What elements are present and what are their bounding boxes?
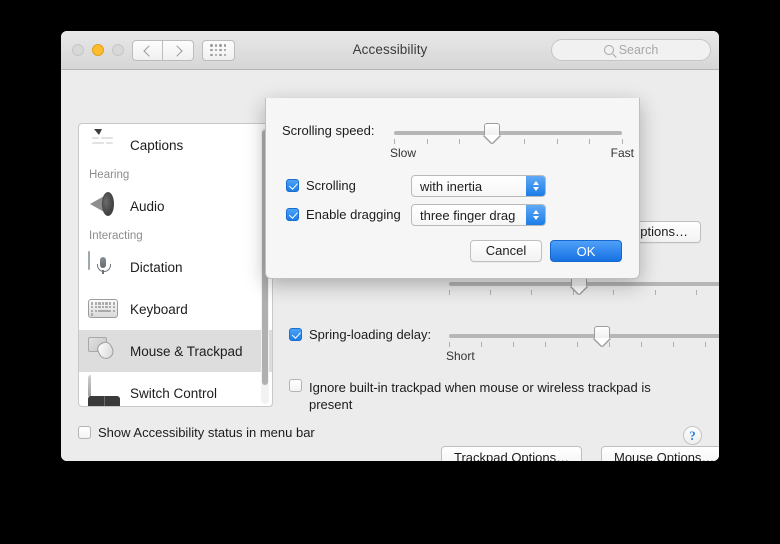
keyboard-icon: [88, 294, 120, 324]
trackpad-options-button[interactable]: Trackpad Options…: [441, 446, 583, 461]
scrolling-checkbox[interactable]: [286, 179, 299, 192]
ignore-trackpad-row[interactable]: Ignore built-in trackpad when mouse or w…: [289, 379, 684, 413]
enable-dragging-row[interactable]: Enable dragging: [286, 208, 401, 222]
sidebar-item-label: Mouse & Trackpad: [130, 343, 243, 359]
accessibility-preferences-window: Accessibility Search Captions Hearing Au…: [61, 31, 719, 461]
sidebar-item-switch-control[interactable]: Switch Control: [79, 372, 272, 406]
search-input[interactable]: Search: [551, 39, 711, 61]
spring-loading-checkbox[interactable]: [289, 328, 302, 341]
sidebar-item-label: Captions: [130, 137, 184, 153]
captions-icon: [88, 130, 120, 160]
cancel-button[interactable]: Cancel: [470, 240, 542, 262]
enable-dragging-checkbox[interactable]: [286, 208, 299, 221]
slider-thumb[interactable]: [593, 326, 610, 346]
slider-left-label: Slow: [390, 146, 417, 160]
slider-track: [394, 131, 622, 135]
slider-left-label: Short: [446, 349, 475, 363]
show-status-row[interactable]: Show Accessibility status in menu bar: [78, 426, 315, 440]
accessibility-feature-list[interactable]: Captions Hearing Audio Interacting Dicta…: [78, 123, 273, 407]
sidebar-group-interacting: Interacting: [89, 230, 143, 242]
spring-loading-row[interactable]: Spring-loading delay:: [289, 328, 431, 342]
popup-arrows-icon: [526, 205, 545, 225]
scrolling-options-sheet: Scrolling speed: Slow Fast Scrolling wit…: [265, 98, 640, 279]
search-icon: [603, 45, 614, 55]
search-placeholder: Search: [618, 43, 659, 57]
sidebar-item-label: Audio: [130, 198, 165, 214]
speaker-icon: [88, 191, 120, 221]
slider-track: [449, 334, 719, 338]
help-button[interactable]: ?: [683, 426, 702, 445]
slider-ticks: [394, 139, 623, 144]
ignore-trackpad-checkbox[interactable]: [289, 379, 302, 392]
show-status-label: Show Accessibility status in menu bar: [98, 425, 315, 440]
scrolling-row[interactable]: Scrolling: [286, 179, 356, 193]
spring-loading-label: Spring-loading delay:: [309, 327, 432, 342]
sidebar-item-mouse-trackpad[interactable]: Mouse & Trackpad: [79, 330, 272, 372]
sidebar-item-captions[interactable]: Captions: [79, 124, 272, 166]
sidebar-item-keyboard[interactable]: Keyboard: [79, 288, 272, 330]
mouse-options-button[interactable]: Mouse Options…: [601, 446, 719, 461]
dragging-style-value: three finger drag: [420, 207, 516, 223]
window-titlebar: Accessibility Search: [61, 31, 719, 70]
enable-dragging-label: Enable dragging: [306, 207, 401, 222]
sidebar-item-label: Dictation: [130, 259, 183, 275]
slider-right-label: Fast: [610, 146, 634, 160]
popup-arrows-icon: [526, 176, 545, 196]
scrolling-speed-label: Scrolling speed:: [282, 123, 375, 138]
slider-thumb[interactable]: [484, 123, 501, 143]
slider-ticks: [449, 342, 719, 347]
scrolling-style-popup[interactable]: with inertia: [411, 175, 546, 197]
sidebar-item-audio[interactable]: Audio: [79, 185, 272, 227]
dragging-style-popup[interactable]: three finger drag: [411, 204, 546, 226]
mouse-trackpad-icon: [88, 336, 120, 366]
ok-button[interactable]: OK: [550, 240, 622, 262]
scrolling-style-value: with inertia: [420, 178, 483, 194]
microphone-icon: [88, 251, 120, 282]
sidebar-item-label: Keyboard: [130, 301, 188, 317]
sidebar-item-dictation[interactable]: Dictation: [79, 246, 272, 288]
sidebar-group-hearing: Hearing: [89, 169, 130, 181]
scrolling-label: Scrolling: [306, 178, 356, 193]
show-status-checkbox[interactable]: [78, 426, 91, 439]
sidebar-item-label: Switch Control: [130, 385, 218, 401]
ignore-trackpad-label: Ignore built-in trackpad when mouse or w…: [309, 380, 651, 412]
switch-control-icon: [88, 375, 120, 406]
